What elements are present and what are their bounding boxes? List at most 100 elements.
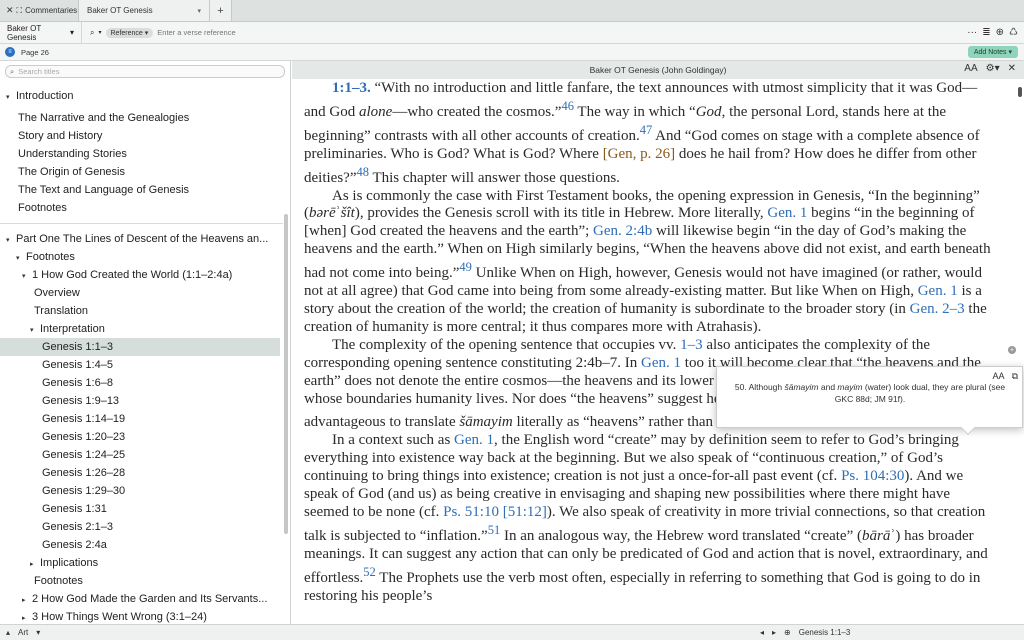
pane-label[interactable]: Commentaries <box>25 6 77 15</box>
toc-item[interactable]: Genesis 1:29–30 <box>0 482 280 500</box>
reference-input[interactable] <box>157 28 458 37</box>
main-scrollbar[interactable] <box>1018 87 1022 97</box>
search-titles-field[interactable]: ⌕ Search titles <box>5 65 285 78</box>
page-ref-link[interactable]: [Gen, p. 26] <box>603 146 675 162</box>
status-bar: ▴ Art ▾ ◂ ▸ ⊕ Genesis 1:1–3 <box>0 624 1024 640</box>
toc-item[interactable]: Translation <box>0 302 280 320</box>
toc-item-label: Genesis 1:31 <box>42 503 107 515</box>
chevron-down-icon[interactable]: ▾ <box>197 7 201 15</box>
bible-ref-link[interactable]: 1–3 <box>680 337 703 353</box>
toc-item[interactable]: Genesis 1:26–28 <box>0 464 280 482</box>
footnote-46[interactable]: 46 <box>561 99 574 113</box>
bible-ref-link[interactable]: Gen. 1 <box>767 205 807 221</box>
bible-ref-link[interactable]: Gen. 1 <box>918 283 958 299</box>
toc-item[interactable]: Genesis 1:6–8 <box>0 374 280 392</box>
add-circle-icon[interactable]: ⊕ <box>996 27 1004 38</box>
next-arrow-icon[interactable]: ▸ <box>772 628 776 637</box>
list-icon[interactable]: ≡ <box>5 47 15 57</box>
toc-sidebar: ⌕ Search titles ▾ Introduction The Narrati… <box>0 61 291 624</box>
search-icon[interactable]: ⌕ <box>90 28 94 38</box>
bible-ref-link[interactable]: Ps. 104:30 <box>841 468 904 484</box>
toc-item[interactable]: ▾ 1 How God Created the World (1:1–2:4a) <box>0 266 280 284</box>
footnote-text: 50. Although šāmayim and mayim (water) l… <box>734 382 1006 404</box>
toc-item[interactable]: Genesis 2:4a <box>0 536 280 554</box>
bible-ref-link[interactable]: Gen. 2–3 <box>910 301 965 317</box>
close-icon[interactable]: ✕ <box>1008 63 1016 74</box>
toc-item[interactable]: Story and History <box>0 127 280 145</box>
dots-icon[interactable]: ··· <box>967 27 977 38</box>
toc-item[interactable]: The Narrative and the Genealogies <box>0 109 280 127</box>
tab-baker-ot-genesis[interactable]: Baker OT Genesis ▾ <box>78 0 210 21</box>
chevron-down-icon[interactable]: ▾ <box>22 268 32 284</box>
toc-item[interactable]: Genesis 2:1–3 <box>0 518 280 536</box>
chevron-down-icon[interactable]: ▾ <box>98 29 101 36</box>
bible-ref-link[interactable]: [51:12] <box>503 504 547 520</box>
sync-icon[interactable]: ♺ <box>1009 27 1018 38</box>
toc-item[interactable]: ▾ Footnotes <box>0 248 280 266</box>
toc-item[interactable]: The Text and Language of Genesis <box>0 181 280 199</box>
footnote-51[interactable]: 51 <box>488 523 501 537</box>
toc-item[interactable]: ▸ 2 How God Made the Garden and Its Serva… <box>0 590 280 608</box>
reading-pane: Baker OT Genesis (John Goldingay) AA ⚙▾ … <box>292 61 1024 624</box>
sidebar-scrollbar[interactable] <box>284 214 288 534</box>
toc-item-label: Story and History <box>18 130 103 142</box>
chevron-right-icon[interactable]: ▸ <box>22 592 32 608</box>
add-notes-button[interactable]: Add Notes ▾ <box>967 46 1018 58</box>
toc-item-label: Genesis 1:20–23 <box>42 431 126 443</box>
toc-item[interactable]: Genesis 1:31 <box>0 500 280 518</box>
toc-item[interactable]: Genesis 1:9–13 <box>0 392 280 410</box>
toc-item-label: Interpretation <box>40 323 105 335</box>
toc-item[interactable]: Genesis 1:20–23 <box>0 428 280 446</box>
toc-item[interactable]: Genesis 1:4–5 <box>0 356 280 374</box>
art-label[interactable]: Art <box>18 628 28 637</box>
bible-ref-link[interactable]: Gen. 1 <box>641 355 681 371</box>
toc-item[interactable]: Genesis 1:14–19 <box>0 410 280 428</box>
add-circle-icon[interactable]: + <box>1008 346 1016 354</box>
toc-divider <box>0 223 283 224</box>
prev-arrow-icon[interactable]: ◂ <box>760 628 764 637</box>
toc-item[interactable]: Footnotes <box>0 199 280 217</box>
globe-icon[interactable]: ⊕ <box>784 628 791 637</box>
paragraph: As is commonly the case with First Testa… <box>304 187 991 335</box>
commentary-text: 1:1–3. “With no introduction and little … <box>304 80 994 605</box>
toc-item[interactable]: Genesis 1:1–3 <box>0 338 280 356</box>
chevron-right-icon[interactable]: ▸ <box>30 556 40 572</box>
chevron-down-icon[interactable]: ▾ <box>16 250 26 266</box>
toc-item[interactable]: ▸ 3 How Things Went Wrong (3:1–24) <box>0 608 280 624</box>
list-icon[interactable]: ≣ <box>982 27 990 38</box>
resource-select[interactable]: Baker OT Genesis ▾ <box>0 22 82 43</box>
footnote-52[interactable]: 52 <box>363 565 376 579</box>
footnote-47[interactable]: 47 <box>640 123 653 137</box>
toc-item[interactable]: Overview <box>0 284 280 302</box>
current-reference: Genesis 1:1–3 <box>798 628 851 637</box>
toc-item[interactable]: ▾ Interpretation <box>0 320 280 338</box>
toc-item[interactable]: The Origin of Genesis <box>0 163 280 181</box>
gear-icon[interactable]: ⚙▾ <box>986 63 1000 74</box>
chevron-up-icon[interactable]: ▴ <box>6 628 10 637</box>
toc-item-label: 2 How God Made the Garden and Its Servan… <box>32 593 268 605</box>
toc-item[interactable]: Footnotes <box>0 572 280 590</box>
chevron-down-icon[interactable]: ▾ <box>6 232 16 248</box>
bible-ref-link[interactable]: Gen. 2:4b <box>593 223 652 239</box>
resource-select-label: Baker OT Genesis <box>7 23 42 42</box>
bible-ref-link[interactable]: Ps. 51:10 <box>443 504 499 520</box>
font-size-button[interactable]: AA <box>964 63 977 74</box>
toc-item[interactable]: ▾ Introduction <box>0 87 280 105</box>
chevron-right-icon[interactable]: ▸ <box>22 610 32 624</box>
toc-item[interactable]: ▸ Implications <box>0 554 280 572</box>
toc-item[interactable]: Understanding Stories <box>0 145 280 163</box>
footnote-48[interactable]: 48 <box>356 165 369 179</box>
footnote-49[interactable]: 49 <box>459 260 472 274</box>
reference-type-pill[interactable]: Reference ▾ <box>105 27 154 38</box>
verse-heading-link[interactable]: 1:1–3. <box>332 80 371 96</box>
paragraph: 1:1–3. “With no introduction and little … <box>304 80 980 186</box>
chevron-down-icon[interactable]: ▾ <box>30 322 40 338</box>
toc-item[interactable]: Genesis 1:24–25 <box>0 446 280 464</box>
close-pane-icon[interactable]: ✕ <box>6 5 14 16</box>
chevron-down-icon[interactable]: ▾ <box>36 628 40 637</box>
add-tab-button[interactable]: + <box>210 0 232 21</box>
chevron-down-icon[interactable]: ▾ <box>6 89 16 105</box>
bible-ref-link[interactable]: Gen. 1 <box>454 432 494 448</box>
panel-icon[interactable]: ⛶ <box>17 6 23 16</box>
toc-item[interactable]: ▾ Part One The Lines of Descent of the He… <box>0 230 280 248</box>
